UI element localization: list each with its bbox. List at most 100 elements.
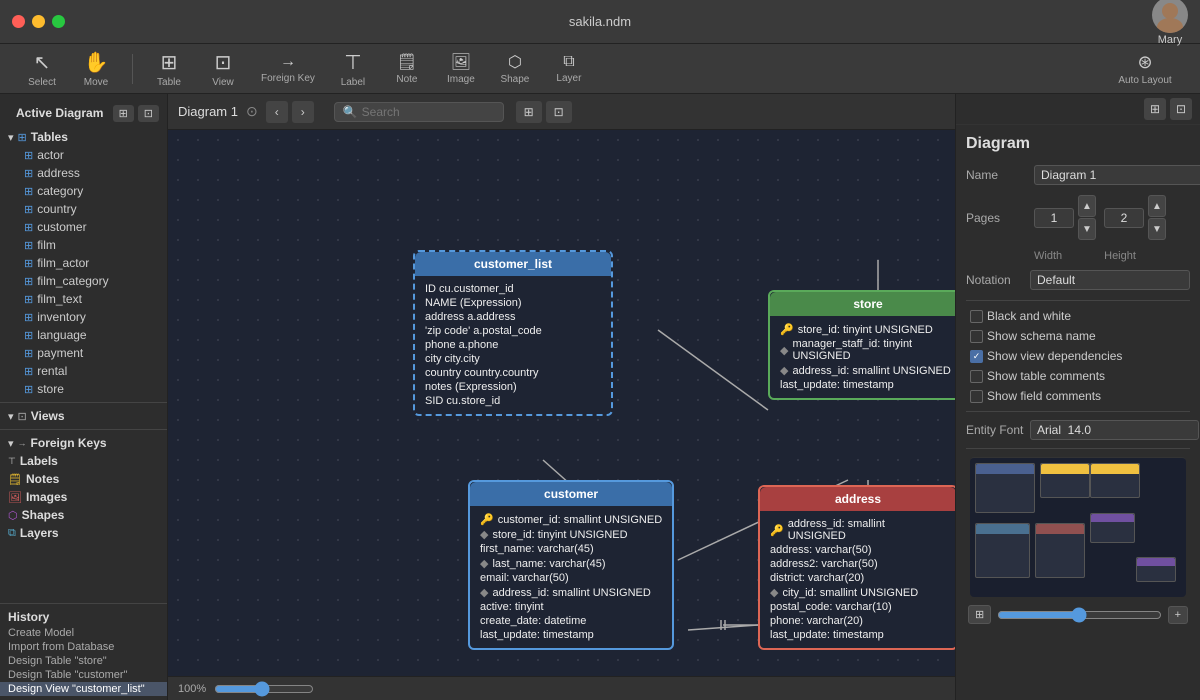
maximize-button[interactable] [52, 15, 65, 28]
label-tool[interactable]: ⊤ Label [331, 46, 375, 92]
search-input[interactable] [362, 105, 482, 119]
table-row: SID cu.store_id [425, 394, 601, 408]
tree-item-actor[interactable]: ⊞ actor [0, 146, 167, 164]
table-customer-list[interactable]: customer_list ID cu.customer_id NAME (Ex… [413, 250, 613, 416]
tree-item-film-text[interactable]: ⊞ film_text [0, 290, 167, 308]
name-input[interactable] [1034, 165, 1200, 185]
active-diagram-label: Active Diagram [8, 100, 111, 126]
minimap-slider[interactable] [997, 607, 1161, 623]
table-customer-list-header: customer_list [415, 252, 611, 276]
table-customer[interactable]: customer 🔑customer_id: smallint UNSIGNED… [468, 480, 674, 650]
history-item-0[interactable]: Create Model [0, 626, 167, 640]
right-panel-header: ⊞ ⊡ [956, 94, 1200, 125]
tree-layers-group[interactable]: ⧉ Layers [0, 524, 167, 542]
search-box[interactable]: 🔍 [334, 102, 504, 122]
height-increment[interactable]: ▲ [1148, 195, 1166, 217]
tree-item-language[interactable]: ⊞ language [0, 326, 167, 344]
tree-images-group[interactable]: 🖼 Images [0, 488, 167, 506]
tree-item-address[interactable]: ⊞ address [0, 164, 167, 182]
tree-item-store[interactable]: ⊞ store [0, 380, 167, 398]
move-tool[interactable]: ✋ Move [74, 46, 118, 92]
name-label: Name [966, 168, 1026, 182]
notation-row: Notation Default IDEF1X Crow's Foot [966, 270, 1190, 290]
tree-item-payment[interactable]: ⊞ payment [0, 344, 167, 362]
left-sidebar: Active Diagram ⊞ ⊡ ▾ ⊞ Tables ⊞ actor ⊞ … [0, 94, 168, 700]
height-decrement[interactable]: ▼ [1148, 218, 1166, 240]
entity-font-input[interactable] [1030, 420, 1199, 440]
tree-item-customer[interactable]: ⊞ customer [0, 218, 167, 236]
table-store-header: store [770, 292, 955, 316]
history-item-2[interactable]: Design Table "store" [0, 654, 167, 668]
table-icon-film-text: ⊞ [24, 293, 33, 306]
checkbox-tablecomments[interactable] [970, 370, 983, 383]
width-value[interactable] [1034, 208, 1074, 228]
tree-item-inventory[interactable]: ⊞ inventory [0, 308, 167, 326]
canvas-area: Diagram 1 ⊙ ‹ › 🔍 ⊞ ⊡ [168, 94, 955, 700]
table-tool[interactable]: ⊞ Table [147, 46, 191, 92]
traffic-lights [12, 15, 65, 28]
table-address[interactable]: address 🔑address_id: smallint UNSIGNED a… [758, 485, 955, 650]
width-decrement[interactable]: ▼ [1078, 218, 1096, 240]
shape-tool[interactable]: ⬡ Shape [493, 48, 537, 89]
tree-item-country[interactable]: ⊞ country [0, 200, 167, 218]
bottom-bar: 100% [168, 676, 955, 700]
main-canvas[interactable]: customer_list ID cu.customer_id NAME (Ex… [168, 130, 955, 676]
tree-notes-group[interactable]: 🗒 Notes [0, 470, 167, 488]
checkbox-fieldcomments[interactable] [970, 390, 983, 403]
panel-bottom-btn-2[interactable]: + [1168, 606, 1188, 624]
checkbox-bw[interactable] [970, 310, 983, 323]
tree-item-film-actor[interactable]: ⊞ film_actor [0, 254, 167, 272]
toolbar-separator [132, 54, 133, 84]
notation-select[interactable]: Default IDEF1X Crow's Foot [1030, 270, 1190, 290]
right-nav-btn-2[interactable]: ⊡ [1170, 98, 1192, 120]
view-btn-1[interactable]: ⊞ [516, 101, 542, 123]
height-value[interactable] [1104, 208, 1144, 228]
tree-tables-group[interactable]: ▾ ⊞ Tables [0, 128, 167, 146]
nav-next[interactable]: › [292, 101, 314, 123]
user-profile[interactable]: Mary [1152, 0, 1188, 46]
auto-layout-button[interactable]: ⊛ Auto Layout [1110, 48, 1180, 90]
select-tool[interactable]: ↖ Select [20, 46, 64, 92]
history-item-3[interactable]: Design Table "customer" [0, 668, 167, 682]
foreign-key-tool[interactable]: → Foreign Key [255, 49, 321, 88]
tree-shapes-group[interactable]: ⬡ Shapes [0, 506, 167, 524]
checkbox-view-deps[interactable]: ✓ Show view dependencies [966, 349, 1190, 363]
checkbox-table-comments[interactable]: Show table comments [966, 369, 1190, 383]
close-button[interactable] [12, 15, 25, 28]
tree-item-film-category[interactable]: ⊞ film_category [0, 272, 167, 290]
layer-tool[interactable]: ⧉ Layer [547, 49, 591, 88]
shape-icon: ⬡ [508, 52, 522, 72]
table-store[interactable]: store 🔑store_id: tinyint UNSIGNED ◆manag… [768, 290, 955, 400]
table-row: last_update: timestamp [480, 628, 662, 642]
table-row: ◆address_id: smallint UNSIGNED [480, 585, 662, 600]
checkbox-schema[interactable] [970, 330, 983, 343]
tree-item-rental[interactable]: ⊞ rental [0, 362, 167, 380]
tree-labels-group[interactable]: ⊤ Labels [0, 452, 167, 470]
history-item-4[interactable]: Design View "customer_list" [0, 682, 167, 696]
tree-views-group[interactable]: ▾ ⊡ Views [0, 407, 167, 425]
tree-item-category[interactable]: ⊞ category [0, 182, 167, 200]
checkbox-schema-name[interactable]: Show schema name [966, 329, 1190, 343]
width-increment[interactable]: ▲ [1078, 195, 1096, 217]
nav-prev[interactable]: ‹ [266, 101, 288, 123]
zoom-slider[interactable] [214, 681, 314, 697]
sidebar-nav-btn-2[interactable]: ⊡ [138, 105, 159, 122]
view-btn-2[interactable]: ⊡ [546, 101, 572, 123]
search-icon: 🔍 [343, 105, 358, 119]
tree-fk-group[interactable]: ▾ → Foreign Keys [0, 434, 167, 452]
image-tool[interactable]: 🖼 Image [439, 48, 483, 89]
panel-bottom-btn-1[interactable]: ⊞ [968, 605, 991, 624]
history-item-1[interactable]: Import from Database [0, 640, 167, 654]
right-nav-btn-1[interactable]: ⊞ [1144, 98, 1166, 120]
checkbox-black-white[interactable]: Black and white [966, 309, 1190, 323]
note-tool[interactable]: 🗒 Note [385, 48, 429, 89]
view-tool[interactable]: ⊡ View [201, 46, 245, 92]
checkbox-field-comments[interactable]: Show field comments [966, 389, 1190, 403]
main-area: Active Diagram ⊞ ⊡ ▾ ⊞ Tables ⊞ actor ⊞ … [0, 94, 1200, 700]
checkbox-viewdeps[interactable]: ✓ [970, 350, 983, 363]
diagram-label: Diagram 1 [178, 104, 238, 119]
table-row: city city.city [425, 352, 601, 366]
minimize-button[interactable] [32, 15, 45, 28]
sidebar-nav-btn-1[interactable]: ⊞ [113, 105, 134, 122]
tree-item-film[interactable]: ⊞ film [0, 236, 167, 254]
